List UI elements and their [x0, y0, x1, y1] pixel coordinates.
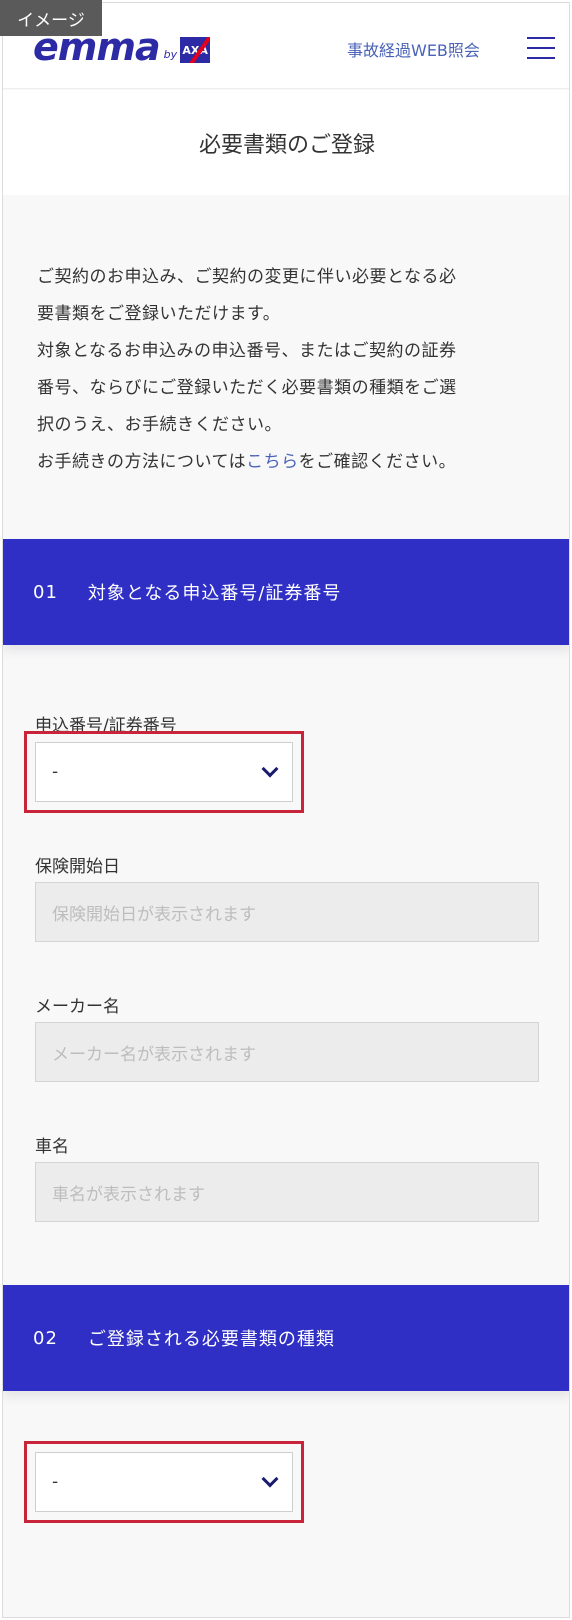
section-number: 02 — [33, 1327, 58, 1349]
intro-line: 択のうえ、お手続きください。 — [37, 415, 282, 435]
hamburger-menu-icon[interactable] — [527, 37, 555, 59]
select-value: - — [52, 1472, 59, 1492]
section-header-01: 01 対象となる申込番号/証券番号 — [3, 539, 569, 645]
image-badge: イメージ — [0, 0, 102, 36]
procedure-link[interactable]: こちら — [246, 452, 299, 472]
car-name-field: 車名が表示されます — [35, 1162, 539, 1222]
select-value: - — [52, 762, 59, 782]
page-title: 必要書類のご登録 — [3, 90, 569, 195]
chevron-down-icon — [261, 1470, 279, 1488]
intro-line-pre: お手続きの方法については — [37, 452, 247, 472]
section-number: 01 — [33, 581, 58, 603]
accident-progress-link[interactable]: 事故経過WEB照会 — [347, 37, 480, 61]
maker-label: メーカー名 — [35, 997, 120, 1017]
chevron-down-icon — [261, 760, 279, 778]
logo-by-text: by — [163, 48, 178, 61]
policy-number-select[interactable]: - — [35, 742, 293, 802]
page-frame: emma by AXA 事故経過WEB照会 必要書類のご登録 ご契約のお申込み、… — [2, 2, 570, 1618]
intro-line: お手続きの方法についてはこちらをご確認ください。 — [37, 444, 537, 481]
car-name-label: 車名 — [35, 1137, 69, 1157]
intro-line: ご契約のお申込み、ご契約の変更に伴い必要となる必 — [37, 267, 457, 287]
intro-text: ご契約のお申込み、ご契約の変更に伴い必要となる必 要書類をご登録いただけます。 … — [37, 259, 537, 481]
intro-line: 対象となるお申込みの申込番号、またはご契約の証券 — [37, 341, 457, 361]
section-title: ご登録される必要書類の種類 — [87, 1329, 335, 1350]
intro-line: 要書類をご登録いただけます。 — [37, 304, 281, 324]
maker-field: メーカー名が表示されます — [35, 1022, 539, 1082]
section-title: 対象となる申込番号/証券番号 — [87, 583, 342, 604]
section-header-02: 02 ご登録される必要書類の種類 — [3, 1285, 569, 1391]
maker-placeholder: メーカー名が表示されます — [52, 1044, 256, 1065]
start-date-field: 保険開始日が表示されます — [35, 882, 539, 942]
car-name-placeholder: 車名が表示されます — [52, 1184, 205, 1205]
axa-logo-icon: AXA — [180, 37, 211, 63]
intro-line: 番号、ならびにご登録いただく必要書類の種類をご選 — [37, 378, 457, 398]
start-date-placeholder: 保険開始日が表示されます — [52, 904, 256, 925]
document-type-select[interactable]: - — [35, 1452, 293, 1512]
start-date-label: 保険開始日 — [35, 857, 120, 877]
intro-line-post: をご確認ください。 — [298, 452, 457, 472]
